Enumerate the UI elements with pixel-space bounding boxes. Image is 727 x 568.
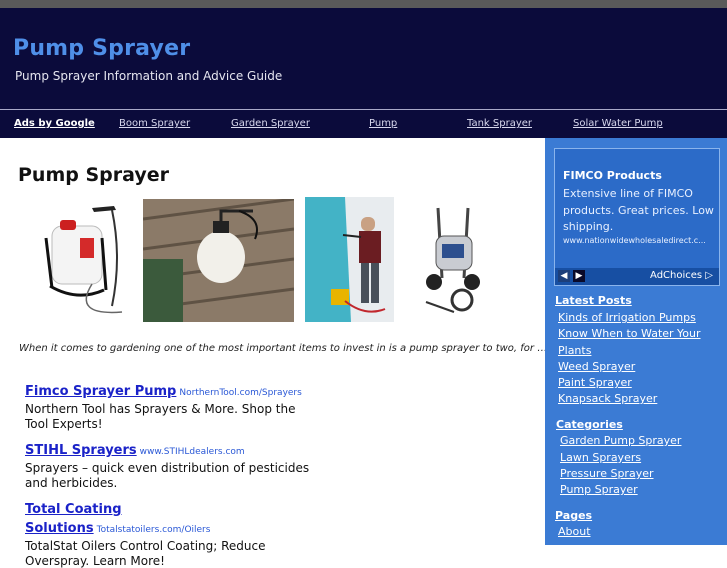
post-link[interactable]: Kinds of Irrigation Pumps bbox=[558, 311, 696, 324]
category-link[interactable]: Pressure Sprayer bbox=[560, 467, 654, 480]
nav-link-boom-sprayer[interactable]: Boom Sprayer bbox=[119, 118, 190, 129]
site-title[interactable]: Pump Sprayer bbox=[13, 36, 190, 61]
prev-arrow-icon[interactable]: ◀ bbox=[558, 270, 570, 282]
nav-link-tank-sprayer[interactable]: Tank Sprayer bbox=[467, 118, 532, 129]
sidebar: FIMCO Products Extensive line of FIMCO p… bbox=[545, 138, 727, 545]
site-header: Pump Sprayer Pump Sprayer Information an… bbox=[0, 8, 727, 109]
next-arrow-icon[interactable]: ▶ bbox=[573, 270, 585, 282]
ad-url[interactable]: www.STIHLdealers.com bbox=[140, 447, 245, 457]
nav-link-solar-water-pump[interactable]: Solar Water Pump bbox=[573, 118, 663, 129]
category-link[interactable]: Pump Sprayer bbox=[560, 483, 638, 496]
ad-description: Northern Tool has Sprayers & More. Shop … bbox=[25, 402, 296, 431]
ad-title-link[interactable]: STIHL Sprayers bbox=[25, 443, 137, 458]
site-tagline: Pump Sprayer Information and Advice Guid… bbox=[15, 69, 283, 83]
post-link[interactable]: Plants bbox=[558, 344, 591, 357]
top-strip bbox=[0, 0, 727, 8]
painter-sprayer-image bbox=[305, 197, 394, 322]
garden-sprayer-image bbox=[143, 199, 294, 322]
ad-title-link[interactable]: Fimco Sprayer Pump bbox=[25, 384, 176, 399]
ad-description: TotalStat Oilers Control Coating; Reduce… bbox=[25, 539, 266, 568]
nav-link-garden-sprayer[interactable]: Garden Sprayer bbox=[231, 118, 310, 129]
sidebar-ad-footer: ◀ ▶ AdChoices ▷ bbox=[555, 268, 719, 285]
sidebar-ad-title[interactable]: FIMCO Products bbox=[563, 169, 662, 182]
category-link[interactable]: Garden Pump Sprayer bbox=[560, 434, 681, 447]
ads-by-google-link[interactable]: Ads by Google bbox=[14, 118, 95, 129]
adchoices-link[interactable]: AdChoices ▷ bbox=[650, 270, 713, 281]
sidebar-ad-url[interactable]: www.nationwidewholesaledirect.c... bbox=[563, 236, 715, 245]
text-ad: Fimco Sprayer Pump NorthernTool.com/Spray… bbox=[25, 380, 310, 431]
sidebar-ad-text: Extensive line of FIMCO products. Great … bbox=[563, 187, 714, 233]
ad-url[interactable]: NorthernTool.com/Sprayers bbox=[179, 388, 301, 398]
pages-heading[interactable]: Pages bbox=[555, 509, 592, 522]
intro-text: When it comes to gardening one of the mo… bbox=[19, 343, 551, 354]
ad-description: Sprayers – quick even distribution of pe… bbox=[25, 461, 310, 490]
nav-bar: Ads by Google Boom Sprayer Garden Spraye… bbox=[0, 110, 727, 138]
nav-link-pump[interactable]: Pump bbox=[369, 118, 397, 129]
categories-heading[interactable]: Categories bbox=[556, 418, 623, 431]
post-link[interactable]: Knapsack Sprayer bbox=[558, 392, 657, 405]
sidebar-ad-box[interactable]: FIMCO Products Extensive line of FIMCO p… bbox=[554, 148, 720, 286]
text-ad: Total Coating Solutions Totalstatoilers.c… bbox=[25, 498, 310, 568]
backpack-sprayer-image bbox=[32, 198, 130, 322]
post-link[interactable]: Paint Sprayer bbox=[558, 376, 632, 389]
post-link[interactable]: Weed Sprayer bbox=[558, 360, 635, 373]
pressure-washer-image bbox=[418, 202, 492, 322]
text-ad: STIHL Sprayers www.STIHLdealers.com Spray… bbox=[25, 439, 310, 490]
category-link[interactable]: Lawn Sprayers bbox=[560, 451, 641, 464]
page-title: Pump Sprayer bbox=[18, 164, 169, 186]
page-link-about[interactable]: About bbox=[558, 525, 591, 538]
latest-posts-heading[interactable]: Latest Posts bbox=[555, 294, 632, 307]
ad-url[interactable]: Totalstatoilers.com/Oilers bbox=[97, 525, 211, 535]
main-content: Pump Sprayer When it comes to gardening … bbox=[0, 138, 550, 568]
post-link[interactable]: Know When to Water Your bbox=[558, 327, 701, 340]
